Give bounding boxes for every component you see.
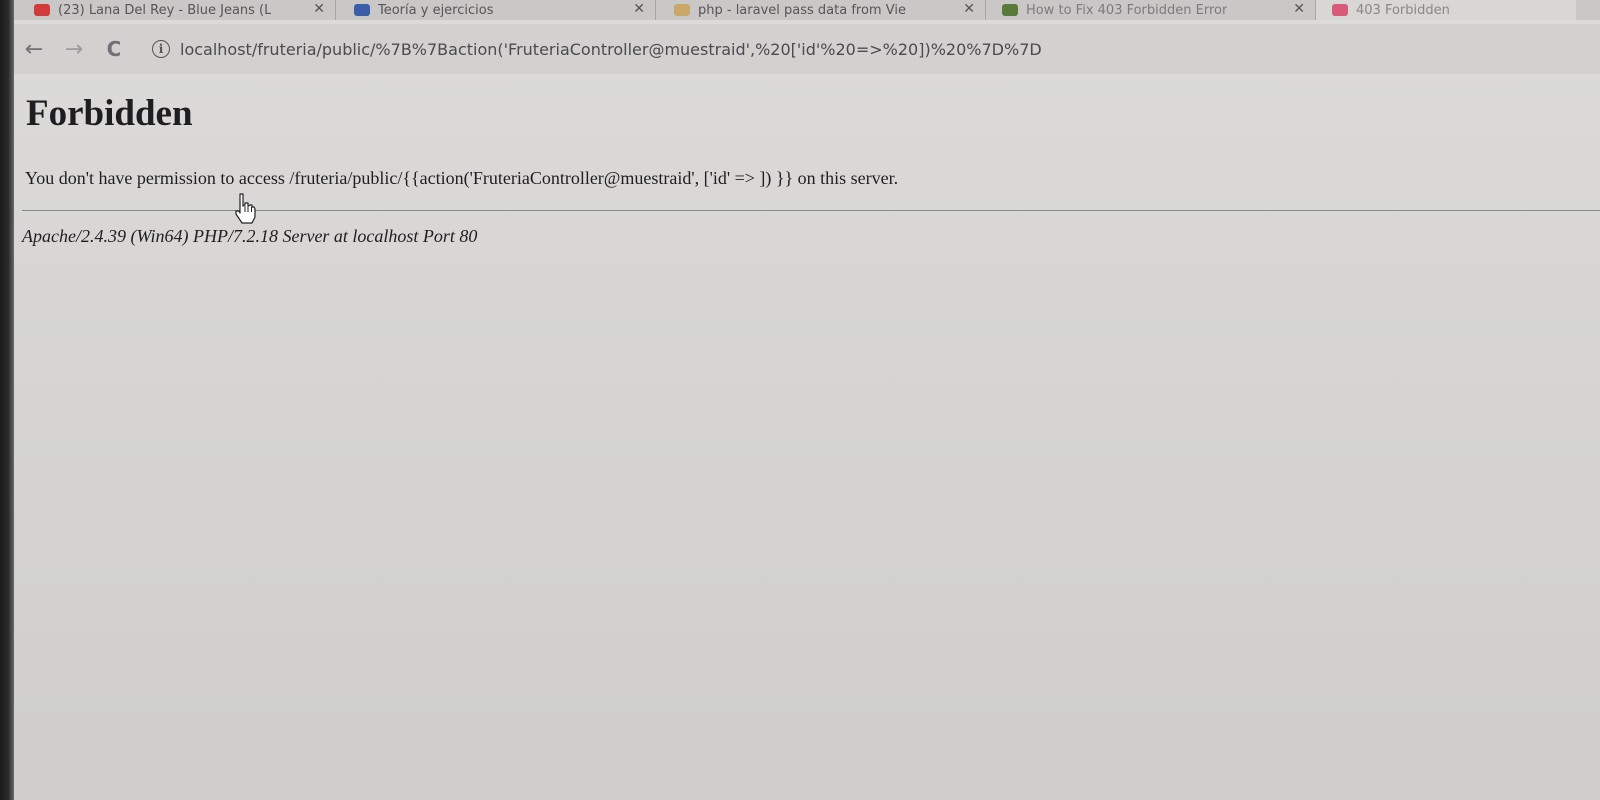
stackoverflow-icon — [674, 4, 690, 16]
divider — [22, 210, 1600, 211]
back-arrow-icon: ← — [24, 36, 44, 62]
tab-title: php - laravel pass data from Vie — [698, 2, 906, 18]
tab-title: Teoría y ejercicios — [378, 2, 494, 18]
url-text[interactable]: localhost/fruteria/public/%7B%7Baction('… — [180, 40, 1042, 59]
browser-window: (23) Lana Del Rey - Blue Jeans (L ✕ Teor… — [0, 0, 1600, 800]
reload-button[interactable]: C — [94, 29, 134, 69]
site-icon — [1002, 4, 1018, 16]
site-icon — [1332, 4, 1348, 16]
close-icon[interactable]: ✕ — [1293, 1, 1305, 17]
address-bar[interactable]: i localhost/fruteria/public/%7B%7Baction… — [144, 29, 1600, 69]
youtube-icon — [34, 4, 50, 16]
tab-title: How to Fix 403 Forbidden Error — [1026, 2, 1228, 18]
tab-youtube[interactable]: (23) Lana Del Rey - Blue Jeans (L ✕ — [14, 0, 336, 20]
page-title: Forbidden — [26, 93, 193, 134]
info-icon[interactable]: i — [152, 40, 170, 58]
close-icon[interactable]: ✕ — [963, 1, 975, 17]
classroom-icon — [354, 4, 370, 16]
tab-title: 403 Forbidden — [1356, 2, 1450, 18]
server-signature: Apache/2.4.39 (Win64) PHP/7.2.18 Server … — [22, 226, 478, 246]
tab-stackoverflow[interactable]: php - laravel pass data from Vie ✕ — [656, 0, 986, 20]
tab-title: (23) Lana Del Rey - Blue Jeans (L — [58, 2, 272, 18]
tab-strip: (23) Lana Del Rey - Blue Jeans (L ✕ Teor… — [14, 0, 1600, 20]
page-content: Forbidden You don't have permission to a… — [14, 78, 1600, 800]
tab-how-to-fix[interactable]: How to Fix 403 Forbidden Error ✕ — [986, 0, 1316, 20]
monitor-bezel — [0, 0, 14, 800]
forward-button[interactable]: → — [54, 29, 94, 69]
hand-cursor-icon — [235, 193, 256, 224]
forward-arrow-icon: → — [64, 36, 84, 62]
back-button[interactable]: ← — [14, 29, 54, 69]
tab-teoria[interactable]: Teoría y ejercicios ✕ — [336, 0, 656, 20]
toolbar: ← → C i localhost/fruteria/public/%7B%7B… — [14, 24, 1600, 74]
close-icon[interactable]: ✕ — [633, 1, 645, 17]
error-message: You don't have permission to access /fru… — [25, 168, 899, 188]
close-icon[interactable]: ✕ — [313, 1, 325, 17]
tab-403-forbidden[interactable]: 403 Forbidden — [1316, 0, 1576, 20]
reload-icon: C — [106, 37, 122, 61]
